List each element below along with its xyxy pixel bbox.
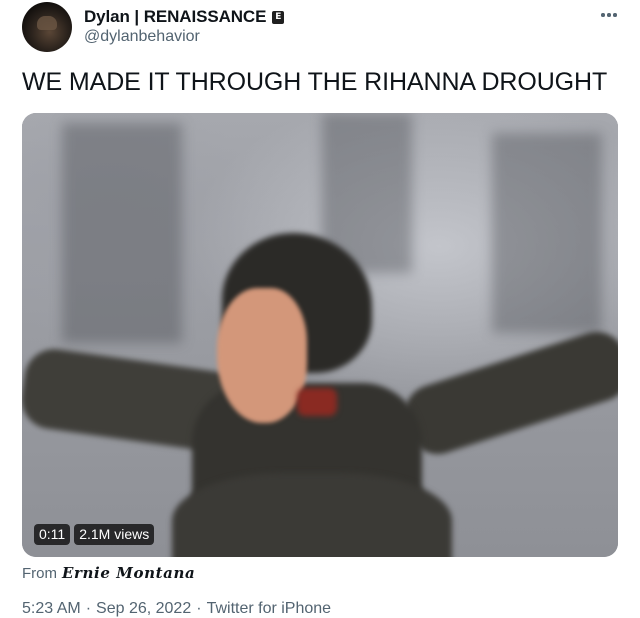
author-display-name[interactable]: Dylan | RENAISSANCE <box>84 7 266 27</box>
video-view-count: 2.1M views <box>74 524 155 545</box>
video-streak <box>62 123 182 343</box>
attribution-prefix: From <box>22 565 57 582</box>
tweet-text: WE MADE IT THROUGH THE RIHANNA DROUGHT <box>22 68 608 96</box>
more-dot-icon <box>601 13 605 17</box>
author-name-row: Dylan | RENAISSANCE E <box>84 6 285 28</box>
avatar[interactable] <box>22 2 72 52</box>
video-player[interactable]: 0:11 2.1M views <box>22 113 618 557</box>
tweet-client[interactable]: Twitter for iPhone <box>207 600 332 617</box>
more-dot-icon <box>613 13 617 17</box>
video-figure-face <box>217 288 307 423</box>
more-dot-icon <box>607 13 611 17</box>
affiliation-badge-icon: E <box>272 10 285 24</box>
tweet-date[interactable]: Sep 26, 2022 <box>96 600 191 617</box>
video-figure-body <box>172 473 452 557</box>
tweet-meta: 5:23 AM · Sep 26, 2022 · Twitter for iPhone <box>22 600 331 618</box>
video-overlay: 0:11 2.1M views <box>34 524 155 545</box>
more-options-button[interactable] <box>596 6 622 24</box>
video-attribution: From Ernie Montana <box>22 564 195 582</box>
video-duration: 0:11 <box>34 524 71 545</box>
video-streak <box>492 133 602 333</box>
meta-separator: · <box>85 600 92 617</box>
author-handle[interactable]: @dylanbehavior <box>84 28 200 46</box>
tweet-time[interactable]: 5:23 AM <box>22 600 81 617</box>
meta-separator: · <box>196 600 202 617</box>
tweet: Dylan | RENAISSANCE E @dylanbehavior WE … <box>0 0 640 618</box>
video-figure-collar <box>297 388 337 416</box>
avatar-figure <box>37 16 57 30</box>
attribution-source-link[interactable]: Ernie Montana <box>62 564 195 582</box>
